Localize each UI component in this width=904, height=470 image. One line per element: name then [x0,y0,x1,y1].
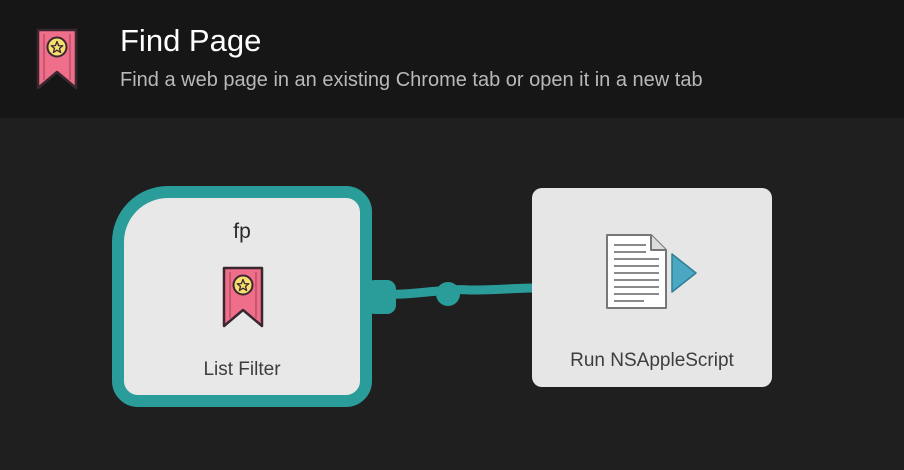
workflow-title: Find Page [120,23,262,58]
applescript-document-icon [606,234,697,309]
node-label: Run NSAppleScript [570,350,734,371]
bookmark-star-icon [36,28,78,90]
list-filter-node[interactable]: fp List Filter [112,186,372,407]
node-label: List Filter [203,359,281,380]
workflow-header: Find Page Find a web page in an existing… [0,0,904,118]
connection-handle[interactable] [436,282,460,306]
workflow-description: Find a web page in an existing Chrome ta… [120,69,703,91]
bookmark-star-icon [222,266,264,328]
run-applescript-node[interactable]: Run NSAppleScript [532,188,772,387]
node-keyword: fp [233,220,251,243]
workflow-canvas[interactable]: fp List Filter Run NSAppleScript [0,118,904,470]
